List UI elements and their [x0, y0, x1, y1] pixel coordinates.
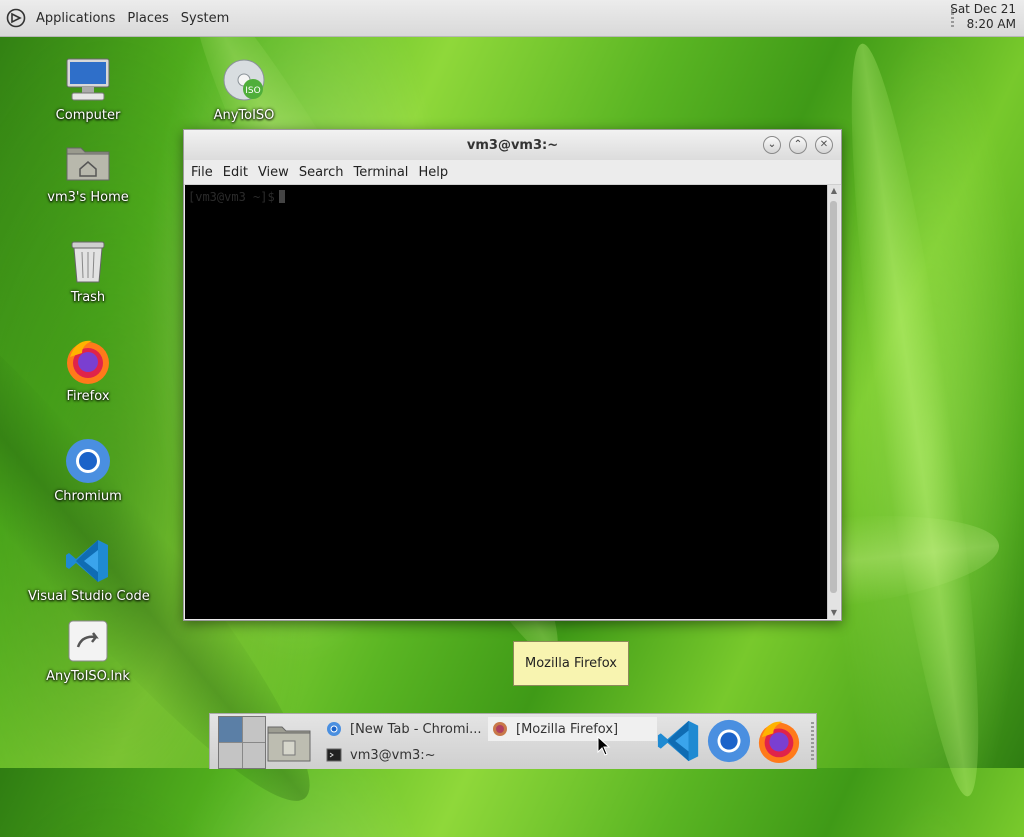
task-label: vm3@vm3:~: [350, 747, 436, 763]
menu-help[interactable]: Help: [413, 165, 453, 180]
task-label: [Mozilla Firefox]: [516, 721, 619, 737]
menu-search[interactable]: Search: [294, 165, 349, 180]
trash-icon: [64, 238, 112, 286]
firefox-icon: [64, 337, 112, 385]
svg-text:ISO: ISO: [245, 86, 260, 96]
minimize-button[interactable]: ⌄: [763, 136, 781, 154]
computer-icon: [64, 56, 112, 104]
firefox-launcher[interactable]: [756, 718, 802, 764]
vscode-icon: [657, 720, 699, 762]
places-menu[interactable]: Places: [121, 11, 174, 26]
scroll-up-icon[interactable]: ▲: [828, 185, 840, 197]
desktop-icon-vscode[interactable]: Visual Studio Code: [28, 537, 150, 604]
desktop-icon-label: Computer: [55, 108, 121, 123]
maximize-button[interactable]: ⌃: [789, 136, 807, 154]
tooltip: Mozilla Firefox: [513, 641, 629, 686]
clock[interactable]: Sat Dec 21 8:20 AM: [950, 2, 1016, 32]
applications-menu[interactable]: Applications: [30, 11, 121, 26]
chromium-icon: [64, 437, 112, 485]
home-folder-icon: [64, 138, 112, 186]
distro-logo-icon[interactable]: [6, 8, 26, 28]
workspace-4[interactable]: [242, 743, 265, 768]
firefox-icon: [493, 722, 507, 736]
terminal-scrollbar[interactable]: ▲ ▼: [827, 185, 840, 619]
task-label: [New Tab - Chromi...: [350, 721, 482, 737]
close-button[interactable]: ✕: [815, 136, 833, 154]
folder-icon: [267, 726, 311, 762]
terminal-window[interactable]: vm3@vm3:~ ⌄ ⌃ ✕ File Edit View Search Te…: [183, 129, 842, 621]
desktop-icon-anytoiso-lnk[interactable]: AnyToISO.lnk: [28, 617, 148, 684]
desktop-icon-anytoiso[interactable]: ISO AnyToISO: [184, 56, 304, 123]
firefox-icon: [758, 721, 800, 764]
desktop-icon-trash[interactable]: Trash: [28, 238, 148, 305]
scroll-down-icon[interactable]: ▼: [828, 607, 840, 619]
panel-grip[interactable]: [811, 722, 814, 762]
desktop-icon-label: vm3's Home: [47, 190, 129, 205]
desktop-icon-label: Firefox: [66, 389, 110, 404]
menu-terminal[interactable]: Terminal: [348, 165, 413, 180]
desktop-icon-firefox[interactable]: Firefox: [28, 337, 148, 404]
link-icon: [64, 617, 112, 665]
vscode-launcher[interactable]: [656, 718, 702, 764]
chromium-icon: [327, 722, 341, 736]
desktop-icon-chromium[interactable]: Chromium: [28, 437, 148, 504]
menu-file[interactable]: File: [186, 165, 218, 180]
vscode-icon: [64, 537, 112, 585]
text-cursor: [278, 190, 285, 203]
clock-date: Sat Dec 21: [950, 2, 1016, 16]
terminal-prompt: [vm3@vm3 ~]$: [188, 190, 285, 204]
terminal-output[interactable]: [vm3@vm3 ~]$: [185, 185, 827, 619]
bottom-panel: [New Tab - Chromi... [Mozilla Firefox] v…: [209, 713, 817, 769]
menu-view[interactable]: View: [253, 165, 294, 180]
file-manager-launcher[interactable]: [266, 719, 312, 763]
desktop-icon-label: Visual Studio Code: [28, 589, 150, 604]
desktop-icon-home[interactable]: vm3's Home: [28, 138, 148, 205]
desktop-icon-label: Chromium: [54, 489, 122, 504]
system-menu[interactable]: System: [175, 11, 235, 26]
terminal-menubar: File Edit View Search Terminal Help: [184, 160, 841, 185]
top-panel: Applications Places System Sat Dec 21 8:…: [0, 0, 1024, 37]
iso-disc-icon: ISO: [220, 56, 268, 104]
scroll-thumb[interactable]: [830, 201, 837, 593]
desktop-icon-label: Trash: [70, 290, 106, 305]
window-title: vm3@vm3:~: [466, 137, 559, 153]
task-firefox[interactable]: [Mozilla Firefox]: [488, 717, 657, 741]
workspace-3[interactable]: [219, 743, 242, 768]
workspace-1[interactable]: [219, 717, 242, 742]
clock-time: 8:20 AM: [966, 17, 1016, 31]
terminal-titlebar[interactable]: vm3@vm3:~ ⌄ ⌃ ✕: [184, 130, 841, 160]
workspace-switcher[interactable]: [218, 716, 266, 769]
mouse-pointer-icon: [597, 736, 611, 756]
chromium-icon: [707, 719, 751, 763]
prompt-text: [vm3@vm3 ~]$: [188, 190, 275, 204]
desktop-icon-computer[interactable]: Computer: [28, 56, 148, 123]
terminal-icon: [326, 748, 342, 762]
workspace-2[interactable]: [242, 717, 265, 742]
desktop-icon-label: AnyToISO: [213, 108, 275, 123]
task-terminal[interactable]: vm3@vm3:~: [326, 743, 486, 767]
menu-edit[interactable]: Edit: [218, 165, 253, 180]
chromium-launcher[interactable]: [706, 718, 752, 764]
task-chromium[interactable]: [New Tab - Chromi...: [326, 717, 486, 741]
desktop-icon-label: AnyToISO.lnk: [46, 669, 130, 684]
